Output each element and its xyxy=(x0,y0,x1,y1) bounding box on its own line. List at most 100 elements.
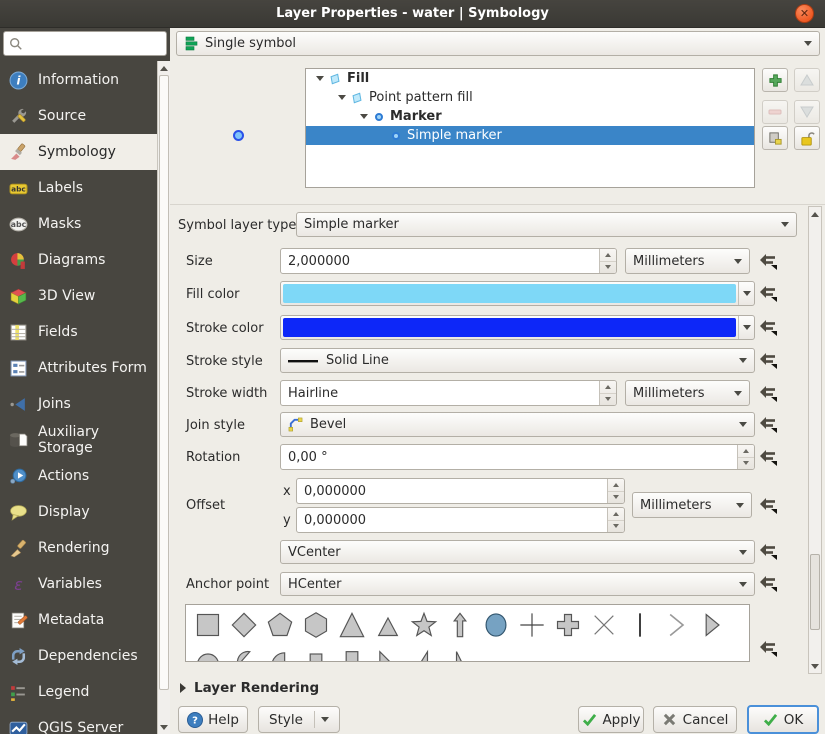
remove-symbol-layer-button[interactable] xyxy=(762,100,788,124)
data-defined-override-button[interactable] xyxy=(755,571,781,595)
shape-equilateral-triangle[interactable] xyxy=(370,607,406,643)
shape-circle-selected[interactable] xyxy=(478,607,514,643)
anchor-vertical-select[interactable]: VCenter xyxy=(280,540,755,564)
shape-diagonal-half-square[interactable] xyxy=(370,643,406,661)
properties-scrollbar[interactable] xyxy=(808,206,822,674)
sidebar-item-rendering[interactable]: Rendering xyxy=(0,530,157,566)
sidebar-item-attributes-form[interactable]: Attributes Form xyxy=(0,350,157,386)
move-down-button[interactable] xyxy=(794,100,820,124)
shape-left-half-triangle[interactable] xyxy=(442,643,478,661)
data-defined-override-button[interactable] xyxy=(755,348,781,372)
scroll-up-icon[interactable] xyxy=(809,208,821,220)
sidebar-item-3d-view[interactable]: 3D View xyxy=(0,278,157,314)
data-defined-override-button[interactable] xyxy=(755,381,781,405)
scroll-thumb[interactable] xyxy=(810,554,820,630)
stroke-color-dropdown[interactable] xyxy=(738,316,754,339)
rotation-input[interactable]: 0,00 ° xyxy=(280,444,755,470)
tree-row-fill[interactable]: Fill xyxy=(306,69,754,88)
expander-icon[interactable] xyxy=(360,114,368,119)
shape-cross2[interactable] xyxy=(586,607,622,643)
spinner-buttons[interactable] xyxy=(737,445,754,469)
search-input[interactable] xyxy=(3,31,167,56)
shape-cross[interactable] xyxy=(514,607,550,643)
sidebar-item-joins[interactable]: Joins xyxy=(0,386,157,422)
join-style-select[interactable]: Bevel xyxy=(280,412,755,437)
sidebar-item-symbology[interactable]: Symbology xyxy=(0,134,157,170)
scroll-down-icon[interactable] xyxy=(809,660,821,672)
shape-pentagon[interactable] xyxy=(262,607,298,643)
shape-quarter-circle[interactable] xyxy=(262,643,298,661)
shape-line[interactable] xyxy=(622,607,658,643)
ok-button[interactable]: OK xyxy=(747,705,819,734)
add-symbol-layer-button[interactable] xyxy=(762,68,788,92)
shape-square[interactable] xyxy=(190,607,226,643)
tree-row-marker[interactable]: Marker xyxy=(306,107,754,126)
size-input[interactable]: 2,000000 xyxy=(280,248,617,274)
tree-row-point-pattern-fill[interactable]: Point pattern fill xyxy=(306,88,754,107)
data-defined-override-button[interactable] xyxy=(755,636,781,660)
shape-star[interactable] xyxy=(406,607,442,643)
fill-color-dropdown[interactable] xyxy=(738,282,754,305)
close-icon[interactable]: ✕ xyxy=(795,4,814,23)
offset-unit-select[interactable]: Millimeters xyxy=(632,492,752,518)
stroke-width-unit-select[interactable]: Millimeters xyxy=(625,380,750,406)
renderer-select[interactable]: Single symbol xyxy=(176,31,820,56)
shape-hexagon[interactable] xyxy=(298,607,334,643)
sidebar-item-variables[interactable]: ε Variables xyxy=(0,566,157,602)
lock-color-button[interactable] xyxy=(794,126,820,150)
fill-color-button[interactable] xyxy=(280,281,755,306)
data-defined-override-button[interactable] xyxy=(755,493,781,517)
stroke-width-input[interactable]: Hairline xyxy=(280,380,617,406)
move-up-button[interactable] xyxy=(794,68,820,92)
sidebar-scroll-down-icon[interactable] xyxy=(158,721,170,733)
data-defined-override-button[interactable] xyxy=(755,281,781,305)
shape-quarter-square[interactable] xyxy=(298,643,334,661)
layer-rendering-expander[interactable]: Layer Rendering xyxy=(180,680,319,696)
sidebar-item-fields[interactable]: Fields xyxy=(0,314,157,350)
sidebar-item-actions[interactable]: Actions xyxy=(0,458,157,494)
expander-icon[interactable] xyxy=(338,95,346,100)
shape-right-half-triangle[interactable] xyxy=(406,643,442,661)
shape-diamond[interactable] xyxy=(226,607,262,643)
anchor-horizontal-select[interactable]: HCenter xyxy=(280,572,755,596)
stroke-style-select[interactable]: Solid Line xyxy=(280,348,755,373)
apply-button[interactable]: Apply xyxy=(578,706,644,733)
shape-half-arrowhead[interactable] xyxy=(658,607,694,643)
cancel-button[interactable]: Cancel xyxy=(653,706,737,733)
tree-row-simple-marker[interactable]: Simple marker xyxy=(306,126,754,145)
sidebar-item-qgis-server[interactable]: QGIS Server xyxy=(0,710,157,734)
shape-cross-fill[interactable] xyxy=(550,607,586,643)
sidebar-item-legend[interactable]: Legend xyxy=(0,674,157,710)
data-defined-override-button[interactable] xyxy=(755,315,781,339)
sidebar-scroll-thumb[interactable] xyxy=(159,75,169,690)
offset-y-input[interactable]: 0,000000 xyxy=(296,507,625,533)
data-defined-override-button[interactable] xyxy=(755,445,781,469)
shape-third-circle[interactable] xyxy=(226,643,262,661)
data-defined-override-button[interactable] xyxy=(755,539,781,563)
spinner-buttons[interactable] xyxy=(599,249,616,273)
spinner-buttons[interactable] xyxy=(607,479,624,503)
style-button[interactable]: Style xyxy=(258,706,340,733)
shape-half-square[interactable] xyxy=(334,643,370,661)
size-unit-select[interactable]: Millimeters xyxy=(625,248,750,274)
sidebar-item-auxiliary-storage[interactable]: Auxiliary Storage xyxy=(0,422,157,458)
sidebar-scrollbar[interactable] xyxy=(157,61,170,734)
data-defined-override-button[interactable] xyxy=(755,412,781,436)
help-button[interactable]: ? Help xyxy=(178,706,248,733)
sidebar-item-diagrams[interactable]: Diagrams xyxy=(0,242,157,278)
sidebar-item-source[interactable]: Source xyxy=(0,98,157,134)
sidebar-item-dependencies[interactable]: Dependencies xyxy=(0,638,157,674)
sidebar-item-masks[interactable]: abc Masks xyxy=(0,206,157,242)
sidebar-item-display[interactable]: Display xyxy=(0,494,157,530)
stroke-color-button[interactable] xyxy=(280,315,755,340)
shape-triangle[interactable] xyxy=(334,607,370,643)
sidebar-item-labels[interactable]: abc Labels xyxy=(0,170,157,206)
sidebar-search-field[interactable] xyxy=(27,36,161,51)
spinner-buttons[interactable] xyxy=(599,381,616,405)
offset-x-input[interactable]: 0,000000 xyxy=(296,478,625,504)
shape-arrow[interactable] xyxy=(442,607,478,643)
expander-icon[interactable] xyxy=(316,76,324,81)
shape-semi-circle[interactable] xyxy=(190,643,226,661)
sidebar-item-information[interactable]: i Information xyxy=(0,62,157,98)
shape-filled-arrowhead[interactable] xyxy=(694,607,730,643)
